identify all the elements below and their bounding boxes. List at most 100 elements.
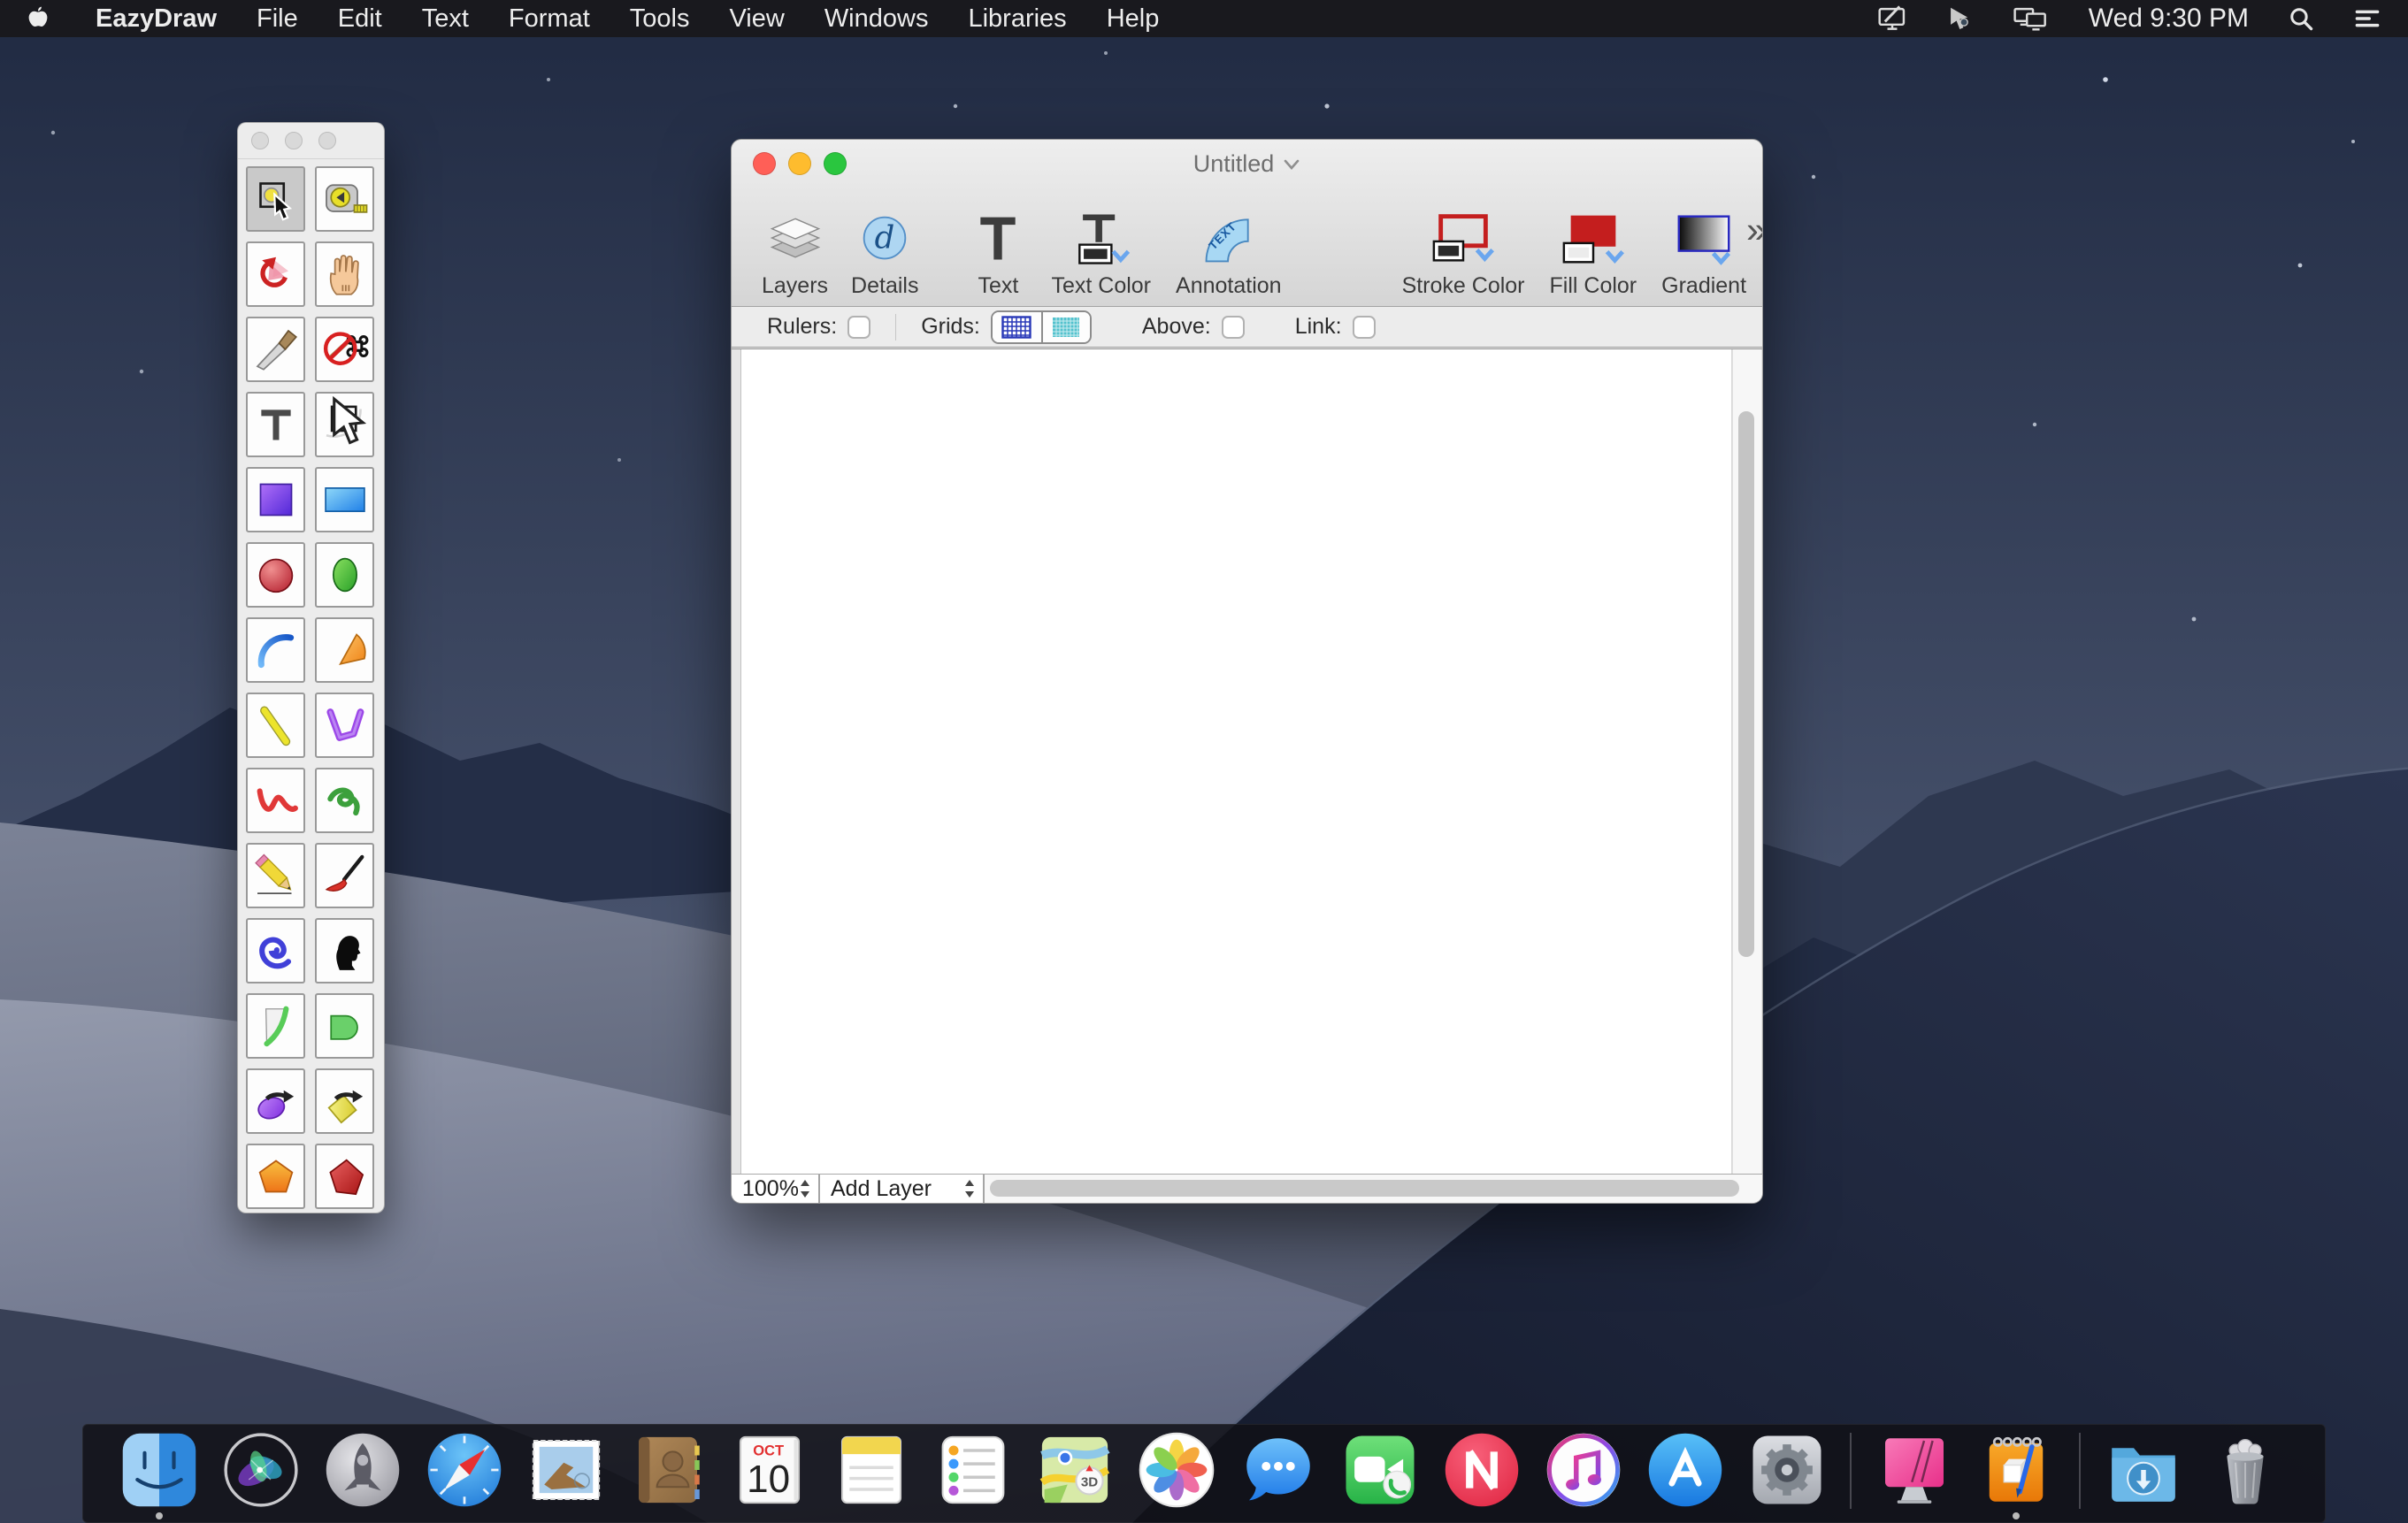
above-checkbox[interactable]: [1222, 316, 1245, 339]
dock-downloads[interactable]: [2105, 1431, 2182, 1509]
menu-help[interactable]: Help: [1107, 4, 1160, 34]
curve-icon: [251, 774, 301, 827]
dock: OCT 10 3D: [82, 1424, 2326, 1523]
drawing-canvas[interactable]: [740, 349, 1732, 1175]
dock-safari[interactable]: [426, 1431, 503, 1509]
details-icon: d: [860, 211, 909, 266]
menu-windows[interactable]: Windows: [824, 4, 929, 34]
dock-app-store[interactable]: [1646, 1431, 1724, 1509]
menu-format[interactable]: Format: [509, 4, 590, 34]
menu-app-name[interactable]: EazyDraw: [96, 4, 217, 34]
dock-finder[interactable]: [120, 1431, 198, 1509]
layer-menu-select[interactable]: Add Layer: [820, 1175, 985, 1203]
dock-messages[interactable]: [1239, 1431, 1317, 1509]
dock-system-preferences[interactable]: [1748, 1431, 1826, 1509]
spotlight-search-icon[interactable]: [2288, 5, 2314, 32]
palette-titlebar[interactable]: [238, 123, 384, 159]
tool-polyline-button[interactable]: [315, 693, 374, 758]
palette-close-button[interactable]: [251, 132, 269, 149]
vertical-scrollbar[interactable]: [1732, 349, 1761, 1175]
tool-oval-button[interactable]: [315, 542, 374, 608]
dock-calendar[interactable]: OCT 10: [731, 1431, 809, 1509]
title-chevron-icon[interactable]: [1283, 158, 1300, 171]
tool-silhouette-button[interactable]: [315, 918, 374, 983]
rulers-checkbox[interactable]: [847, 316, 870, 339]
palette-zoom-button[interactable]: [318, 132, 336, 149]
tool-line-button[interactable]: [246, 693, 305, 758]
menu-tools[interactable]: Tools: [630, 4, 690, 34]
menu-edit[interactable]: Edit: [338, 4, 382, 34]
dock-contacts[interactable]: [629, 1431, 707, 1509]
toolbar-details-button[interactable]: d Details: [851, 211, 918, 299]
dual-display-icon[interactable]: [2013, 5, 2050, 32]
tool-pencil-button[interactable]: [246, 843, 305, 908]
tool-polygon-button[interactable]: [315, 1144, 374, 1209]
options-bar: Rulers: Grids: Above: Link:: [732, 307, 1762, 348]
toolbar-stroke-color-button[interactable]: Stroke Color: [1402, 211, 1525, 299]
menu-text[interactable]: Text: [422, 4, 469, 34]
toolbar-text-color-button[interactable]: Text Color: [1051, 211, 1151, 299]
tool-text-button[interactable]: [246, 392, 305, 457]
tool-select-button[interactable]: [246, 166, 305, 232]
tool-brush-button[interactable]: [315, 843, 374, 908]
dock-cleanmymac[interactable]: [1875, 1431, 1953, 1509]
tool-knife-button[interactable]: [246, 317, 305, 382]
dock-facetime[interactable]: [1341, 1431, 1419, 1509]
toolbar-fill-color-button[interactable]: Fill Color: [1550, 211, 1637, 299]
tool-measure-button[interactable]: [315, 166, 374, 232]
tool-pie-button[interactable]: [315, 617, 374, 683]
link-checkbox[interactable]: [1353, 316, 1376, 339]
dock-mail[interactable]: [527, 1431, 605, 1509]
palette-minimize-button[interactable]: [285, 132, 303, 149]
toolbar-gradient-button[interactable]: Gradient: [1661, 211, 1746, 299]
dock-notes[interactable]: [832, 1431, 910, 1509]
tool-circle-button[interactable]: [246, 542, 305, 608]
window-title-row: Untitled: [732, 150, 1762, 178]
vertical-scrollbar-thumb[interactable]: [1738, 411, 1754, 957]
dock-itunes[interactable]: [1545, 1431, 1622, 1509]
tool-rectangle-button[interactable]: [315, 467, 374, 532]
above-label: Above:: [1142, 314, 1211, 340]
tool-pentagon-button[interactable]: [246, 1144, 305, 1209]
menu-libraries[interactable]: Libraries: [968, 4, 1066, 34]
horizontal-scrollbar[interactable]: [985, 1175, 1762, 1203]
toolbar-layers-button[interactable]: Layers: [762, 211, 828, 299]
tool-arc-button[interactable]: [246, 617, 305, 683]
horizontal-scrollbar-thumb[interactable]: [990, 1180, 1739, 1197]
tool-rotate-rect-button[interactable]: [315, 1068, 374, 1134]
dock-siri[interactable]: [222, 1431, 300, 1509]
apple-menu[interactable]: [27, 5, 50, 32]
tool-no-command-button[interactable]: [315, 317, 374, 382]
tool-spiral-button[interactable]: [246, 918, 305, 983]
tool-square-button[interactable]: [246, 467, 305, 532]
facetime-icon: [1341, 1431, 1419, 1509]
notification-center-icon[interactable]: [2353, 5, 2381, 32]
toolbar-text-button[interactable]: Text: [971, 211, 1024, 299]
grid-lines-segment[interactable]: [993, 312, 1041, 342]
tool-rotate-oval-button[interactable]: [246, 1068, 305, 1134]
tool-undo-rotate-button[interactable]: [246, 241, 305, 307]
dock-reminders[interactable]: [934, 1431, 1012, 1509]
tool-pan-hand-button[interactable]: [315, 241, 374, 307]
menu-view[interactable]: View: [729, 4, 784, 34]
dock-trash[interactable]: [2206, 1431, 2284, 1509]
toolbar-annotation-button[interactable]: TEXT Annotation: [1176, 211, 1282, 299]
tool-spline-button[interactable]: [315, 768, 374, 833]
pointer-icon[interactable]: [1947, 5, 1974, 32]
menu-clock[interactable]: Wed 9:30 PM: [2089, 4, 2249, 34]
tool-curved-surface-button[interactable]: [246, 993, 305, 1059]
zoom-select[interactable]: 100%: [732, 1175, 820, 1203]
display-draw-icon[interactable]: [1876, 5, 1908, 32]
dock-news[interactable]: [1443, 1431, 1521, 1509]
dock-launchpad[interactable]: [324, 1431, 402, 1509]
dock-photos[interactable]: [1138, 1431, 1216, 1509]
menu-file[interactable]: File: [257, 4, 298, 34]
dock-maps[interactable]: 3D: [1036, 1431, 1114, 1509]
grid-fill-segment[interactable]: [1041, 312, 1090, 342]
oval-icon: [320, 548, 370, 601]
dock-eazydraw[interactable]: [1977, 1431, 2055, 1509]
toolbar-overflow-button[interactable]: »: [1746, 211, 1763, 249]
tool-curve-button[interactable]: [246, 768, 305, 833]
tool-round-end-rect-button[interactable]: [315, 993, 374, 1059]
stepper-icon: [963, 1178, 976, 1199]
